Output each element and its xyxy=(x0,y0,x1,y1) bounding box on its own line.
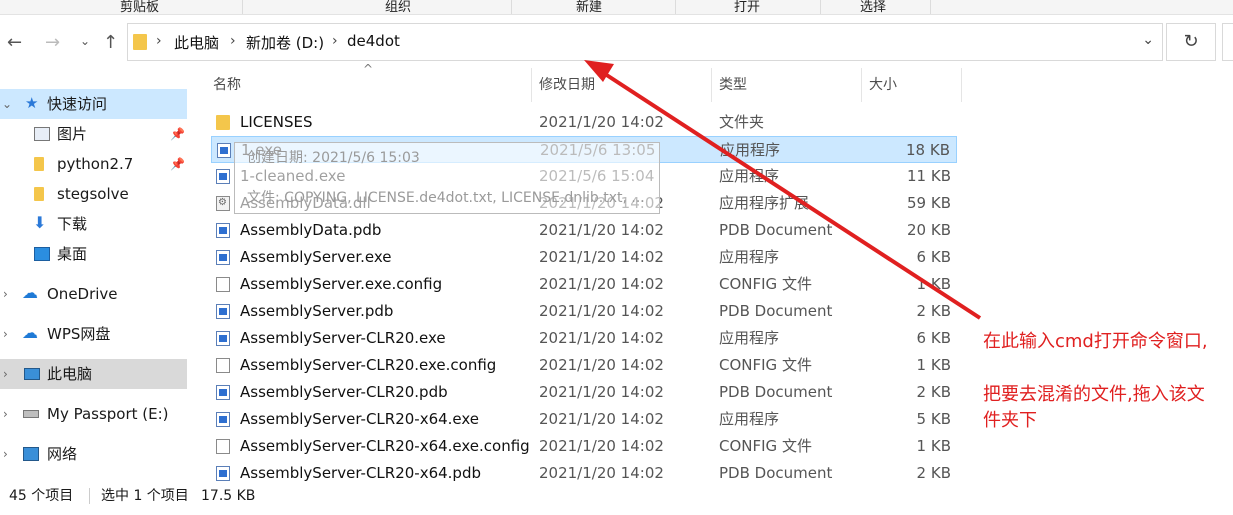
annotation-text-line2: 把要去混淆的文件,拖入该文 xyxy=(983,384,1205,405)
annotation-arrow xyxy=(584,60,982,320)
annotation-text-line3: 件夹下 xyxy=(983,410,1037,431)
annotation-text-line1: 在此输入cmd打开命令窗口, xyxy=(983,331,1208,352)
status-item-count: 45 个项目 xyxy=(9,488,74,504)
status-bar: 45 个项目 选中 1 个项目 17.5 KB xyxy=(0,484,1233,508)
status-size: 17.5 KB xyxy=(201,488,256,504)
status-divider xyxy=(89,488,90,504)
status-selected: 选中 1 个项目 xyxy=(101,488,189,504)
